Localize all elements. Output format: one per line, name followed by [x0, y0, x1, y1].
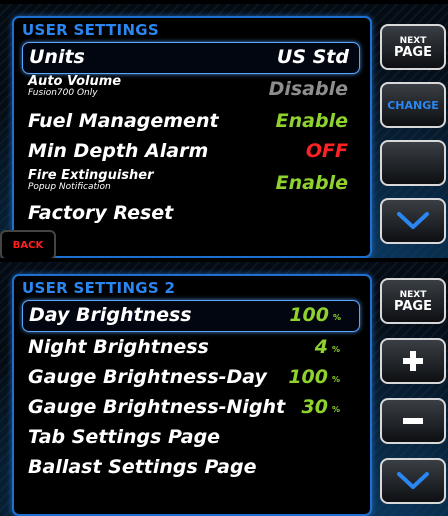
- increase-button[interactable]: [380, 338, 446, 384]
- setting-label: Tab Settings Page: [28, 426, 221, 448]
- setting-value: 100: [289, 304, 329, 326]
- setting-label: Gauge Brightness-Night: [28, 396, 286, 418]
- setting-value: Enable: [275, 110, 348, 132]
- page-title: USER SETTINGS: [22, 21, 160, 39]
- plus-icon: [403, 351, 423, 371]
- setting-label: Auto Volume: [28, 74, 122, 89]
- setting-label: Gauge Brightness-Day: [28, 366, 267, 388]
- page-title: USER SETTINGS 2: [22, 279, 176, 297]
- setting-label: Units: [29, 46, 85, 68]
- back-button[interactable]: BACK: [0, 230, 56, 258]
- setting-value: 30: [301, 396, 328, 418]
- setting-label: Day Brightness: [29, 304, 192, 326]
- blank-button[interactable]: [380, 140, 446, 186]
- scroll-down-button[interactable]: [380, 198, 446, 244]
- next-page-button[interactable]: NEXT PAGE: [380, 278, 446, 324]
- setting-row-gauge-brightness-day[interactable]: Gauge Brightness-Day 100 %: [22, 363, 358, 393]
- setting-row-ballast-settings-page[interactable]: Ballast Settings Page: [22, 453, 358, 483]
- setting-unit: %: [332, 405, 341, 414]
- user-settings-2-screen: USER SETTINGS 2 Day Brightness 100 % Nig…: [0, 262, 448, 516]
- setting-label: Night Brightness: [28, 336, 209, 358]
- setting-value: Disable: [268, 78, 348, 100]
- setting-value: Enable: [275, 172, 348, 194]
- next-page-button[interactable]: NEXT PAGE: [380, 24, 446, 70]
- setting-value: US Std: [276, 46, 349, 68]
- settings-panel: USER SETTINGS 2 Day Brightness 100 % Nig…: [12, 274, 372, 516]
- chevron-down-icon: [397, 212, 429, 229]
- setting-unit: %: [333, 313, 342, 322]
- page-label: PAGE: [394, 299, 432, 314]
- setting-label: Fire Extinguisher: [28, 168, 154, 183]
- setting-label: Min Depth Alarm: [28, 140, 209, 162]
- setting-row-fire-extinguisher[interactable]: Fire Extinguisher Popup Notification Ena…: [22, 169, 358, 199]
- setting-row-factory-reset[interactable]: Factory Reset: [22, 199, 358, 229]
- setting-sublabel: Fusion700 Only: [28, 88, 98, 98]
- setting-value: 100: [288, 366, 328, 388]
- chevron-down-icon: [397, 472, 429, 489]
- settings-panel: USER SETTINGS Units US Std Auto Volume F…: [12, 16, 372, 258]
- setting-label: Ballast Settings Page: [28, 456, 257, 478]
- page-label: PAGE: [394, 45, 432, 60]
- setting-label: Fuel Management: [28, 110, 219, 132]
- setting-value: 4: [314, 336, 328, 358]
- setting-row-units[interactable]: Units US Std: [22, 42, 360, 74]
- setting-row-fuel-management[interactable]: Fuel Management Enable: [22, 107, 358, 137]
- setting-row-tab-settings-page[interactable]: Tab Settings Page: [22, 423, 358, 453]
- setting-row-day-brightness[interactable]: Day Brightness 100 %: [22, 300, 360, 332]
- setting-unit: %: [332, 345, 341, 354]
- decrease-button[interactable]: [380, 398, 446, 444]
- setting-row-min-depth-alarm[interactable]: Min Depth Alarm OFF: [22, 137, 358, 167]
- setting-row-auto-volume[interactable]: Auto Volume Fusion700 Only Disable: [22, 75, 358, 105]
- setting-value: OFF: [305, 140, 348, 162]
- setting-sublabel: Popup Notification: [28, 182, 111, 192]
- setting-label: Factory Reset: [28, 202, 174, 224]
- user-settings-screen: USER SETTINGS Units US Std Auto Volume F…: [0, 4, 448, 258]
- setting-unit: %: [332, 375, 341, 384]
- back-label: BACK: [12, 239, 44, 251]
- scroll-down-button[interactable]: [380, 458, 446, 504]
- change-label: CHANGE: [387, 98, 439, 112]
- change-button[interactable]: CHANGE: [380, 82, 446, 128]
- setting-row-night-brightness[interactable]: Night Brightness 4 %: [22, 333, 358, 363]
- minus-icon: [403, 418, 423, 424]
- setting-row-gauge-brightness-night[interactable]: Gauge Brightness-Night 30 %: [22, 393, 358, 423]
